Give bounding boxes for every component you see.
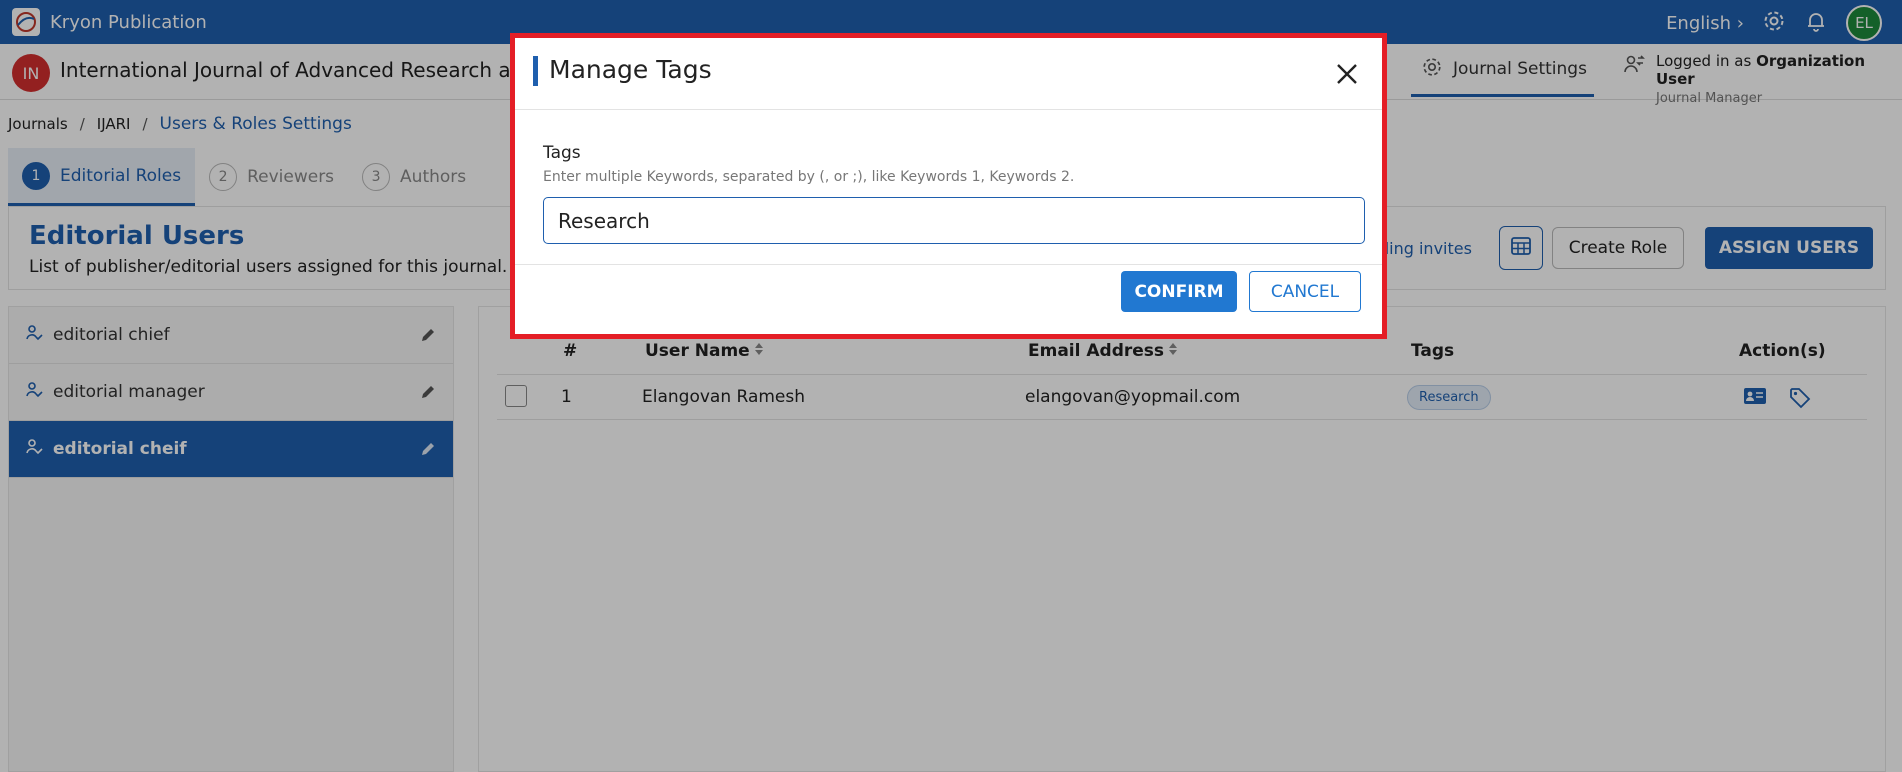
- manage-tags-modal: Manage Tags Tags Enter multiple Keywords…: [510, 33, 1387, 339]
- cancel-button[interactable]: CANCEL: [1249, 271, 1361, 312]
- tags-field-label: Tags: [543, 143, 581, 163]
- modal-title-accent: [533, 56, 538, 86]
- tags-field-hint: Enter multiple Keywords, separated by (,…: [543, 169, 1075, 185]
- confirm-button[interactable]: CONFIRM: [1121, 271, 1237, 312]
- close-icon[interactable]: [1333, 60, 1361, 88]
- modal-header: Manage Tags: [515, 38, 1382, 110]
- modal-title: Manage Tags: [549, 55, 712, 84]
- tags-input[interactable]: [543, 197, 1365, 244]
- modal-footer-divider: [515, 264, 1382, 265]
